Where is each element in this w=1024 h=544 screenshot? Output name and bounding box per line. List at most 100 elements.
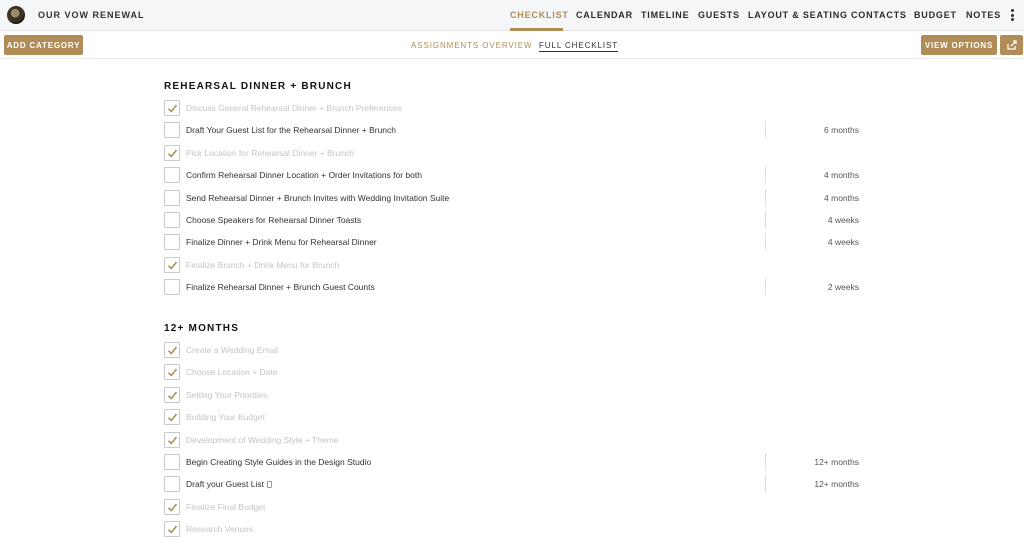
task-row[interactable]: Choose Location + Date [164,363,864,383]
task-label[interactable]: Choose Location + Date [186,367,277,377]
task-label-text: Research Venues [186,524,254,535]
column-divider [765,188,766,206]
task-row[interactable]: Building Your Budget [164,408,864,428]
section-title: 12+ MONTHS [164,323,240,334]
task-row[interactable]: Send Rehearsal Dinner + Brunch Invites w… [164,188,864,209]
task-label[interactable]: Discuss General Rehearsal Dinner + Brunc… [186,103,402,113]
section-title: REHEARSAL DINNER + BRUNCH [164,81,352,92]
nav-notes[interactable]: NOTES [966,10,1001,20]
task-checkbox[interactable] [164,454,180,470]
due-timeframe: 2 weeks [827,282,859,293]
checkmark-icon [167,261,178,270]
task-row[interactable]: Finalize Rehearsal Dinner + Brunch Guest… [164,278,864,298]
task-label-text: Begin Creating Style Guides in the Desig… [186,457,372,467]
task-label-text: Building Your Budget [186,412,265,423]
task-row[interactable]: Development of Wedding Style + Theme [164,431,864,451]
task-checkbox[interactable] [164,476,180,493]
task-label-text: Development of Wedding Style + Theme [186,434,339,445]
task-checkbox[interactable] [164,234,180,251]
sub-toolbar: ADD CATEGORY ASSIGNMENTS OVERVIEW FULL C… [0,32,1024,59]
task-label[interactable]: Choose Speakers for Rehearsal Dinner Toa… [186,215,361,225]
task-label[interactable]: Finalize Dinner + Drink Menu for Rehears… [186,237,377,247]
checkmark-icon [167,503,178,512]
column-divider [765,211,766,228]
task-checkbox[interactable] [164,279,180,296]
task-checkbox-checked[interactable] [164,521,180,538]
nav-checklist[interactable]: CHECKLIST [510,10,569,20]
tab-assignments-overview[interactable]: ASSIGNMENTS OVERVIEW [411,41,532,50]
due-timeframe: 4 months [824,192,859,203]
task-checkbox-checked[interactable] [164,431,180,448]
task-row[interactable]: Setting Your Priorities [164,386,864,406]
task-label[interactable]: Confirm Rehearsal Dinner Location + Orde… [186,170,422,180]
column-divider [765,453,766,470]
task-label[interactable]: Send Rehearsal Dinner + Brunch Invites w… [186,193,449,203]
active-nav-indicator [510,28,563,31]
task-label-text: Choose Location + Date [186,367,278,378]
avatar[interactable] [7,6,25,24]
task-row[interactable]: Draft your Guest List 12+ months [164,475,864,495]
task-row[interactable]: Discuss General Rehearsal Dinner + Brunc… [164,99,864,119]
nav-layout-seating[interactable]: LAYOUT & SEATING [748,10,848,20]
due-timeframe: 4 weeks [827,215,859,225]
task-label[interactable]: Draft Your Guest List for the Rehearsal … [186,125,396,135]
task-checkbox-checked[interactable] [164,386,180,403]
task-row[interactable]: Choose Speakers for Rehearsal Dinner Toa… [164,211,864,231]
share-button[interactable] [1000,35,1023,55]
share-icon [1006,40,1017,50]
tab-full-checklist[interactable]: FULL CHECKLIST [539,41,618,52]
task-checkbox-checked[interactable] [164,256,180,273]
nav-timeline[interactable]: TIMELINE [641,10,689,20]
due-timeframe: 4 months [824,170,859,181]
task-label[interactable]: Finalize Final Budget [186,502,265,512]
task-row[interactable]: Finalize Brunch + Drink Menu for Brunch [164,256,864,276]
task-checkbox[interactable] [164,212,180,228]
view-options-button[interactable]: VIEW OPTIONS [921,35,997,55]
task-label-text: Finalize Rehearsal Dinner + Brunch Guest… [186,282,375,293]
task-label-text: Send Rehearsal Dinner + Brunch Invites w… [186,192,450,203]
add-category-button[interactable]: ADD CATEGORY [4,35,83,55]
column-divider [765,475,766,493]
task-checkbox[interactable] [164,122,180,139]
checkmark-icon [167,413,178,422]
task-label[interactable]: Setting Your Priorities [186,390,267,400]
task-checkbox-checked[interactable] [164,364,180,381]
document-icon[interactable] [266,481,272,489]
column-divider [765,166,766,184]
task-row[interactable]: Create a Wedding Email [164,341,864,361]
task-checkbox[interactable] [164,167,180,184]
task-label[interactable]: Building Your Budget [186,412,265,422]
nav-budget[interactable]: BUDGET [914,10,957,20]
task-label[interactable]: Pick Location for Rehearsal Dinner + Bru… [186,148,354,158]
nav-calendar[interactable]: CALENDAR [576,10,633,20]
task-checkbox-checked[interactable] [164,498,180,515]
task-checkbox-checked[interactable] [164,100,180,116]
task-checkbox-checked[interactable] [164,409,180,426]
task-checkbox[interactable] [164,189,180,206]
task-label[interactable]: Development of Wedding Style + Theme [186,435,339,445]
task-row[interactable]: Begin Creating Style Guides in the Desig… [164,453,864,473]
task-label[interactable]: Finalize Rehearsal Dinner + Brunch Guest… [186,282,375,292]
task-label[interactable]: Draft your Guest List [186,479,272,489]
task-row[interactable]: Confirm Rehearsal Dinner Location + Orde… [164,166,864,186]
task-row[interactable]: Research Venues [164,520,864,540]
task-label-text: Draft Your Guest List for the Rehearsal … [186,125,397,136]
task-label-text: Finalize Final Budget [186,501,266,512]
task-row[interactable]: Draft Your Guest List for the Rehearsal … [164,121,864,141]
task-label-text: Finalize Brunch + Drink Menu for Brunch [186,259,340,270]
task-row[interactable]: Pick Location for Rehearsal Dinner + Bru… [164,144,864,164]
task-label[interactable]: Finalize Brunch + Drink Menu for Brunch [186,260,339,270]
task-row[interactable]: Finalize Final Budget [164,498,864,518]
task-label[interactable]: Create a Wedding Email [186,345,278,355]
task-row[interactable]: Finalize Dinner + Drink Menu for Rehears… [164,233,864,253]
task-label-text: Pick Location for Rehearsal Dinner + Bru… [186,147,354,158]
nav-guests[interactable]: GUESTS [698,10,740,20]
task-label[interactable]: Begin Creating Style Guides in the Desig… [186,457,371,467]
nav-contacts[interactable]: CONTACTS [851,10,907,20]
more-options-icon[interactable] [1011,9,1015,23]
checkmark-icon [167,525,178,534]
task-checkbox-checked[interactable] [164,342,180,358]
task-checkbox-checked[interactable] [164,144,180,161]
task-label[interactable]: Research Venues [186,524,253,534]
checkmark-icon [167,436,178,445]
